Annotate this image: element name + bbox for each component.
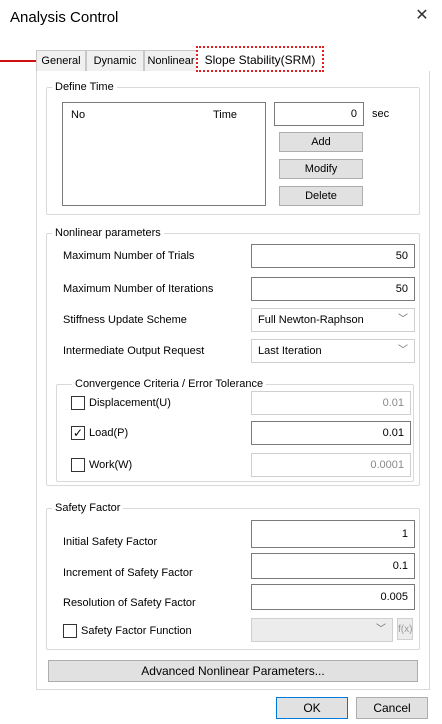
displacement-label: Displacement(U) (89, 397, 171, 409)
delete-button[interactable]: Delete (279, 186, 363, 206)
max-iterations-label: Maximum Number of Iterations (63, 283, 214, 295)
analysis-control-dialog: Analysis Control ✕ General Dynamic Nonli… (0, 0, 442, 724)
output-request-value: Last Iteration (258, 345, 322, 357)
column-header-no: No (71, 109, 86, 121)
resolution-safety-factor-label: Resolution of Safety Factor (63, 597, 196, 609)
tab-general[interactable]: General (36, 50, 86, 72)
time-list[interactable]: No Time (62, 102, 266, 206)
check-icon: ✓ (72, 426, 84, 440)
add-button[interactable]: Add (279, 132, 363, 152)
max-trials-input[interactable]: 50 (251, 244, 415, 268)
safety-function-select[interactable]: ﹀ (251, 618, 393, 642)
ok-button[interactable]: OK (276, 697, 348, 719)
resolution-safety-factor-input[interactable]: 0.005 (251, 584, 415, 610)
stiffness-scheme-label: Stiffness Update Scheme (63, 314, 187, 326)
max-iterations-input[interactable]: 50 (251, 277, 415, 301)
chevron-down-icon: ﹀ (398, 345, 408, 356)
output-request-select[interactable]: Last Iteration ﹀ (251, 339, 415, 363)
safety-function-label: Safety Factor Function (81, 625, 192, 637)
initial-safety-factor-label: Initial Safety Factor (63, 536, 158, 548)
work-input[interactable]: 0.0001 (251, 453, 411, 477)
increment-safety-factor-label: Increment of Safety Factor (63, 567, 193, 579)
safety-function-checkbox[interactable] (63, 624, 77, 638)
work-label: Work(W) (89, 459, 133, 471)
time-unit-label: sec (372, 108, 390, 120)
define-time-title: Define Time (52, 80, 117, 94)
displacement-input[interactable]: 0.01 (251, 391, 411, 415)
output-request-label: Intermediate Output Request (63, 345, 205, 357)
work-checkbox[interactable] (71, 458, 85, 472)
function-editor-icon[interactable]: f(x) (397, 618, 413, 640)
chevron-down-icon: ﹀ (398, 314, 408, 325)
tab-dynamic[interactable]: Dynamic (86, 50, 144, 72)
close-icon[interactable]: ✕ (412, 6, 432, 26)
stiffness-scheme-select[interactable]: Full Newton-Raphson ﹀ (251, 308, 415, 332)
displacement-checkbox[interactable] (71, 396, 85, 410)
time-input[interactable]: 0 (274, 102, 364, 126)
increment-safety-factor-input[interactable]: 0.1 (251, 553, 415, 579)
tab-nonlinear[interactable]: Nonlinear (144, 50, 198, 72)
modify-button[interactable]: Modify (279, 159, 363, 179)
initial-safety-factor-input[interactable]: 1 (251, 520, 415, 548)
load-label: Load(P) (89, 427, 129, 439)
column-header-time: Time (213, 109, 238, 121)
max-trials-label: Maximum Number of Trials (63, 250, 195, 262)
convergence-title: Convergence Criteria / Error Tolerance (72, 377, 267, 391)
chevron-down-icon: ﹀ (376, 624, 386, 635)
stiffness-scheme-value: Full Newton-Raphson (258, 314, 364, 326)
cancel-button[interactable]: Cancel (356, 697, 428, 719)
tab-slope-stability[interactable]: Slope Stability(SRM) (196, 46, 324, 72)
advanced-nonlinear-parameters-button[interactable]: Advanced Nonlinear Parameters... (48, 660, 418, 682)
nonlinear-parameters-title: Nonlinear parameters (52, 226, 164, 240)
safety-factor-title: Safety Factor (52, 501, 124, 515)
load-checkbox[interactable]: ✓ (71, 426, 85, 440)
load-input[interactable]: 0.01 (251, 421, 411, 445)
window-title: Analysis Control (10, 9, 119, 26)
